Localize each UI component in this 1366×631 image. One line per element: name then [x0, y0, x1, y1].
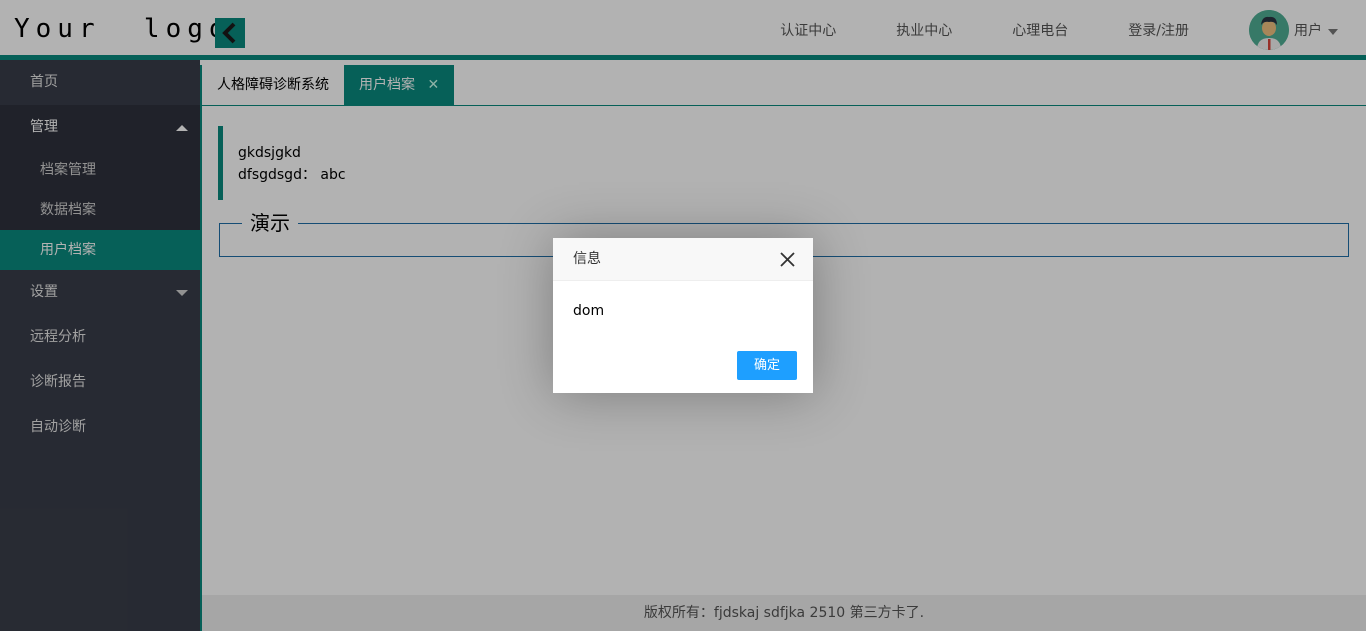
info-dialog: 信息 dom 确定 [553, 238, 813, 393]
dialog-title-text: 信息 [573, 251, 601, 267]
dialog-message: dom [573, 303, 605, 319]
dialog-title: 信息 [553, 238, 813, 281]
close-icon[interactable] [780, 252, 795, 267]
confirm-button[interactable]: 确定 [737, 351, 797, 380]
